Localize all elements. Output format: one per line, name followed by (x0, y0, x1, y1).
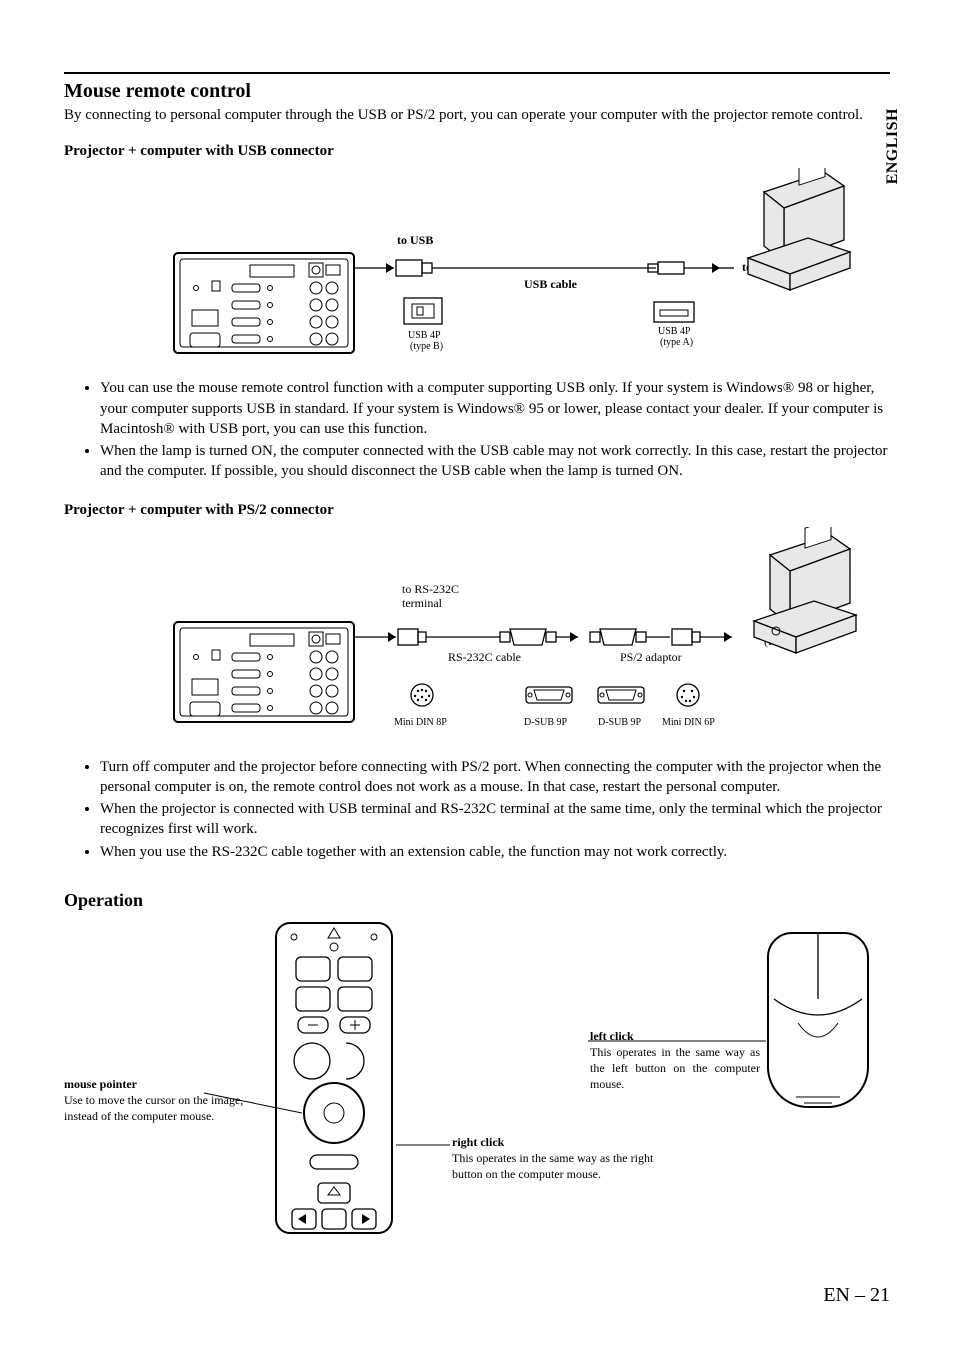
label-minidin6p: Mini DIN 6P (662, 717, 715, 728)
right-click-desc: This operates in the same way as the rig… (452, 1151, 653, 1181)
label-to-usb: to USB (397, 233, 433, 247)
label-type-a: (type A) (660, 337, 693, 348)
mouse-pointer-label: mouse pointer Use to move the cursor on … (64, 1077, 264, 1125)
ps2-note-1: Turn off computer and the projector befo… (100, 757, 890, 798)
label-to-rs232c-1: to RS-232C (402, 582, 459, 596)
ps2-note-3: When you use the RS-232C cable together … (100, 842, 890, 862)
operation-heading: Operation (64, 890, 890, 911)
page-number: EN – 21 (823, 1284, 890, 1307)
label-dsub9p-2: D-SUB 9P (598, 717, 642, 728)
ps2-subheading: Projector + computer with PS/2 connector (64, 502, 890, 519)
label-minidin8p: Mini DIN 8P (394, 717, 447, 728)
usb-notes: You can use the mouse remote control fun… (64, 378, 890, 481)
label-rs232c-cable: RS-232C cable (448, 650, 521, 664)
usb-subheading: Projector + computer with USB connector (64, 143, 890, 160)
label-type-b: (type B) (410, 341, 443, 352)
page-title: Mouse remote control (64, 80, 890, 103)
left-click-title: left click (590, 1029, 760, 1045)
left-click-desc: This operates in the same way as the lef… (590, 1045, 760, 1090)
label-dsub9p-1: D-SUB 9P (524, 717, 568, 728)
label-usb-cable: USB cable (524, 277, 578, 291)
ps2-diagram: to RS-232C terminal RS-232C cable PS/2 a (64, 527, 890, 747)
label-to-rs232c-2: terminal (402, 596, 443, 610)
label-usb4p-b: USB 4P (408, 330, 441, 341)
ps2-note-2: When the projector is connected with USB… (100, 799, 890, 840)
top-rule (64, 72, 890, 74)
usb-note-1: You can use the mouse remote control fun… (100, 378, 890, 439)
right-click-title: right click (452, 1135, 672, 1151)
usb-note-2: When the lamp is turned ON, the computer… (100, 441, 890, 482)
mouse-pointer-title: mouse pointer (64, 1077, 264, 1093)
operation-diagram: mouse pointer Use to move the cursor on … (64, 917, 890, 1237)
label-usb4p-a: USB 4P (658, 326, 691, 337)
right-click-label: right click This operates in the same wa… (452, 1135, 672, 1183)
usb-diagram: to USB USB cable to USB port (64, 168, 890, 368)
intro-paragraph: By connecting to personal computer throu… (64, 105, 890, 125)
label-ps2-adaptor: PS/2 adaptor (620, 650, 682, 664)
language-tab: ENGLISH (884, 108, 902, 184)
ps2-notes: Turn off computer and the projector befo… (64, 757, 890, 862)
left-click-label: left click This operates in the same way… (590, 1029, 760, 1092)
mouse-pointer-desc: Use to move the cursor on the image, ins… (64, 1093, 243, 1123)
